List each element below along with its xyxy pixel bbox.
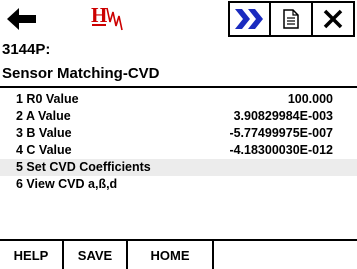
document-icon [283,9,299,29]
menu-item-c-value[interactable]: 4 C Value -4.18300030E-012 [0,142,357,159]
menu-item-value: 3.90829984E-003 [233,109,333,123]
menu-item-set-cvd-coefficients[interactable]: 5 Set CVD Coefficients [0,159,357,176]
menu-item-value: 100.000 [287,92,333,106]
page-button[interactable] [271,1,313,37]
svg-text:H: H [91,3,107,27]
menu-item-label: 2 A Value [16,109,71,123]
menu-list: 1 R0 Value 100.000 2 A Value 3.90829984E… [0,91,357,193]
back-button[interactable] [2,1,42,37]
menu-item-b-value[interactable]: 3 B Value -5.77499975E-007 [0,125,357,142]
device-tag: 3144P: [2,41,51,58]
double-chevron-right-icon [234,9,263,29]
menu-item-a-value[interactable]: 2 A Value 3.90829984E-003 [0,108,357,125]
menu-item-label: 3 B Value [16,126,72,140]
menu-item-label: 1 R0 Value [16,92,79,106]
menu-item-value: -5.77499975E-007 [229,126,333,140]
hart-logo: H [90,1,130,37]
menu-item-label: 5 Set CVD Coefficients [16,160,151,174]
arrow-left-icon [7,8,36,30]
close-button[interactable] [313,1,355,37]
home-button[interactable]: HOME [128,241,214,269]
divider [0,86,357,88]
menu-item-label: 6 View CVD a,ß,d [16,177,118,191]
fast-forward-button[interactable] [228,1,271,37]
menu-item-label: 4 C Value [16,143,72,157]
help-button[interactable]: HELP [0,241,64,269]
hart-logo-icon: H [91,3,123,31]
menu-title: Sensor Matching-CVD [2,65,160,82]
function-key-bar: HELP SAVE HOME [0,239,357,269]
menu-item-view-cvd[interactable]: 6 View CVD a,ß,d [0,176,357,193]
close-icon [323,9,343,29]
menu-item-r0-value[interactable]: 1 R0 Value 100.000 [0,91,357,108]
menu-item-value: -4.18300030E-012 [229,143,333,157]
toolbar: H [0,0,357,39]
save-button[interactable]: SAVE [64,241,128,269]
